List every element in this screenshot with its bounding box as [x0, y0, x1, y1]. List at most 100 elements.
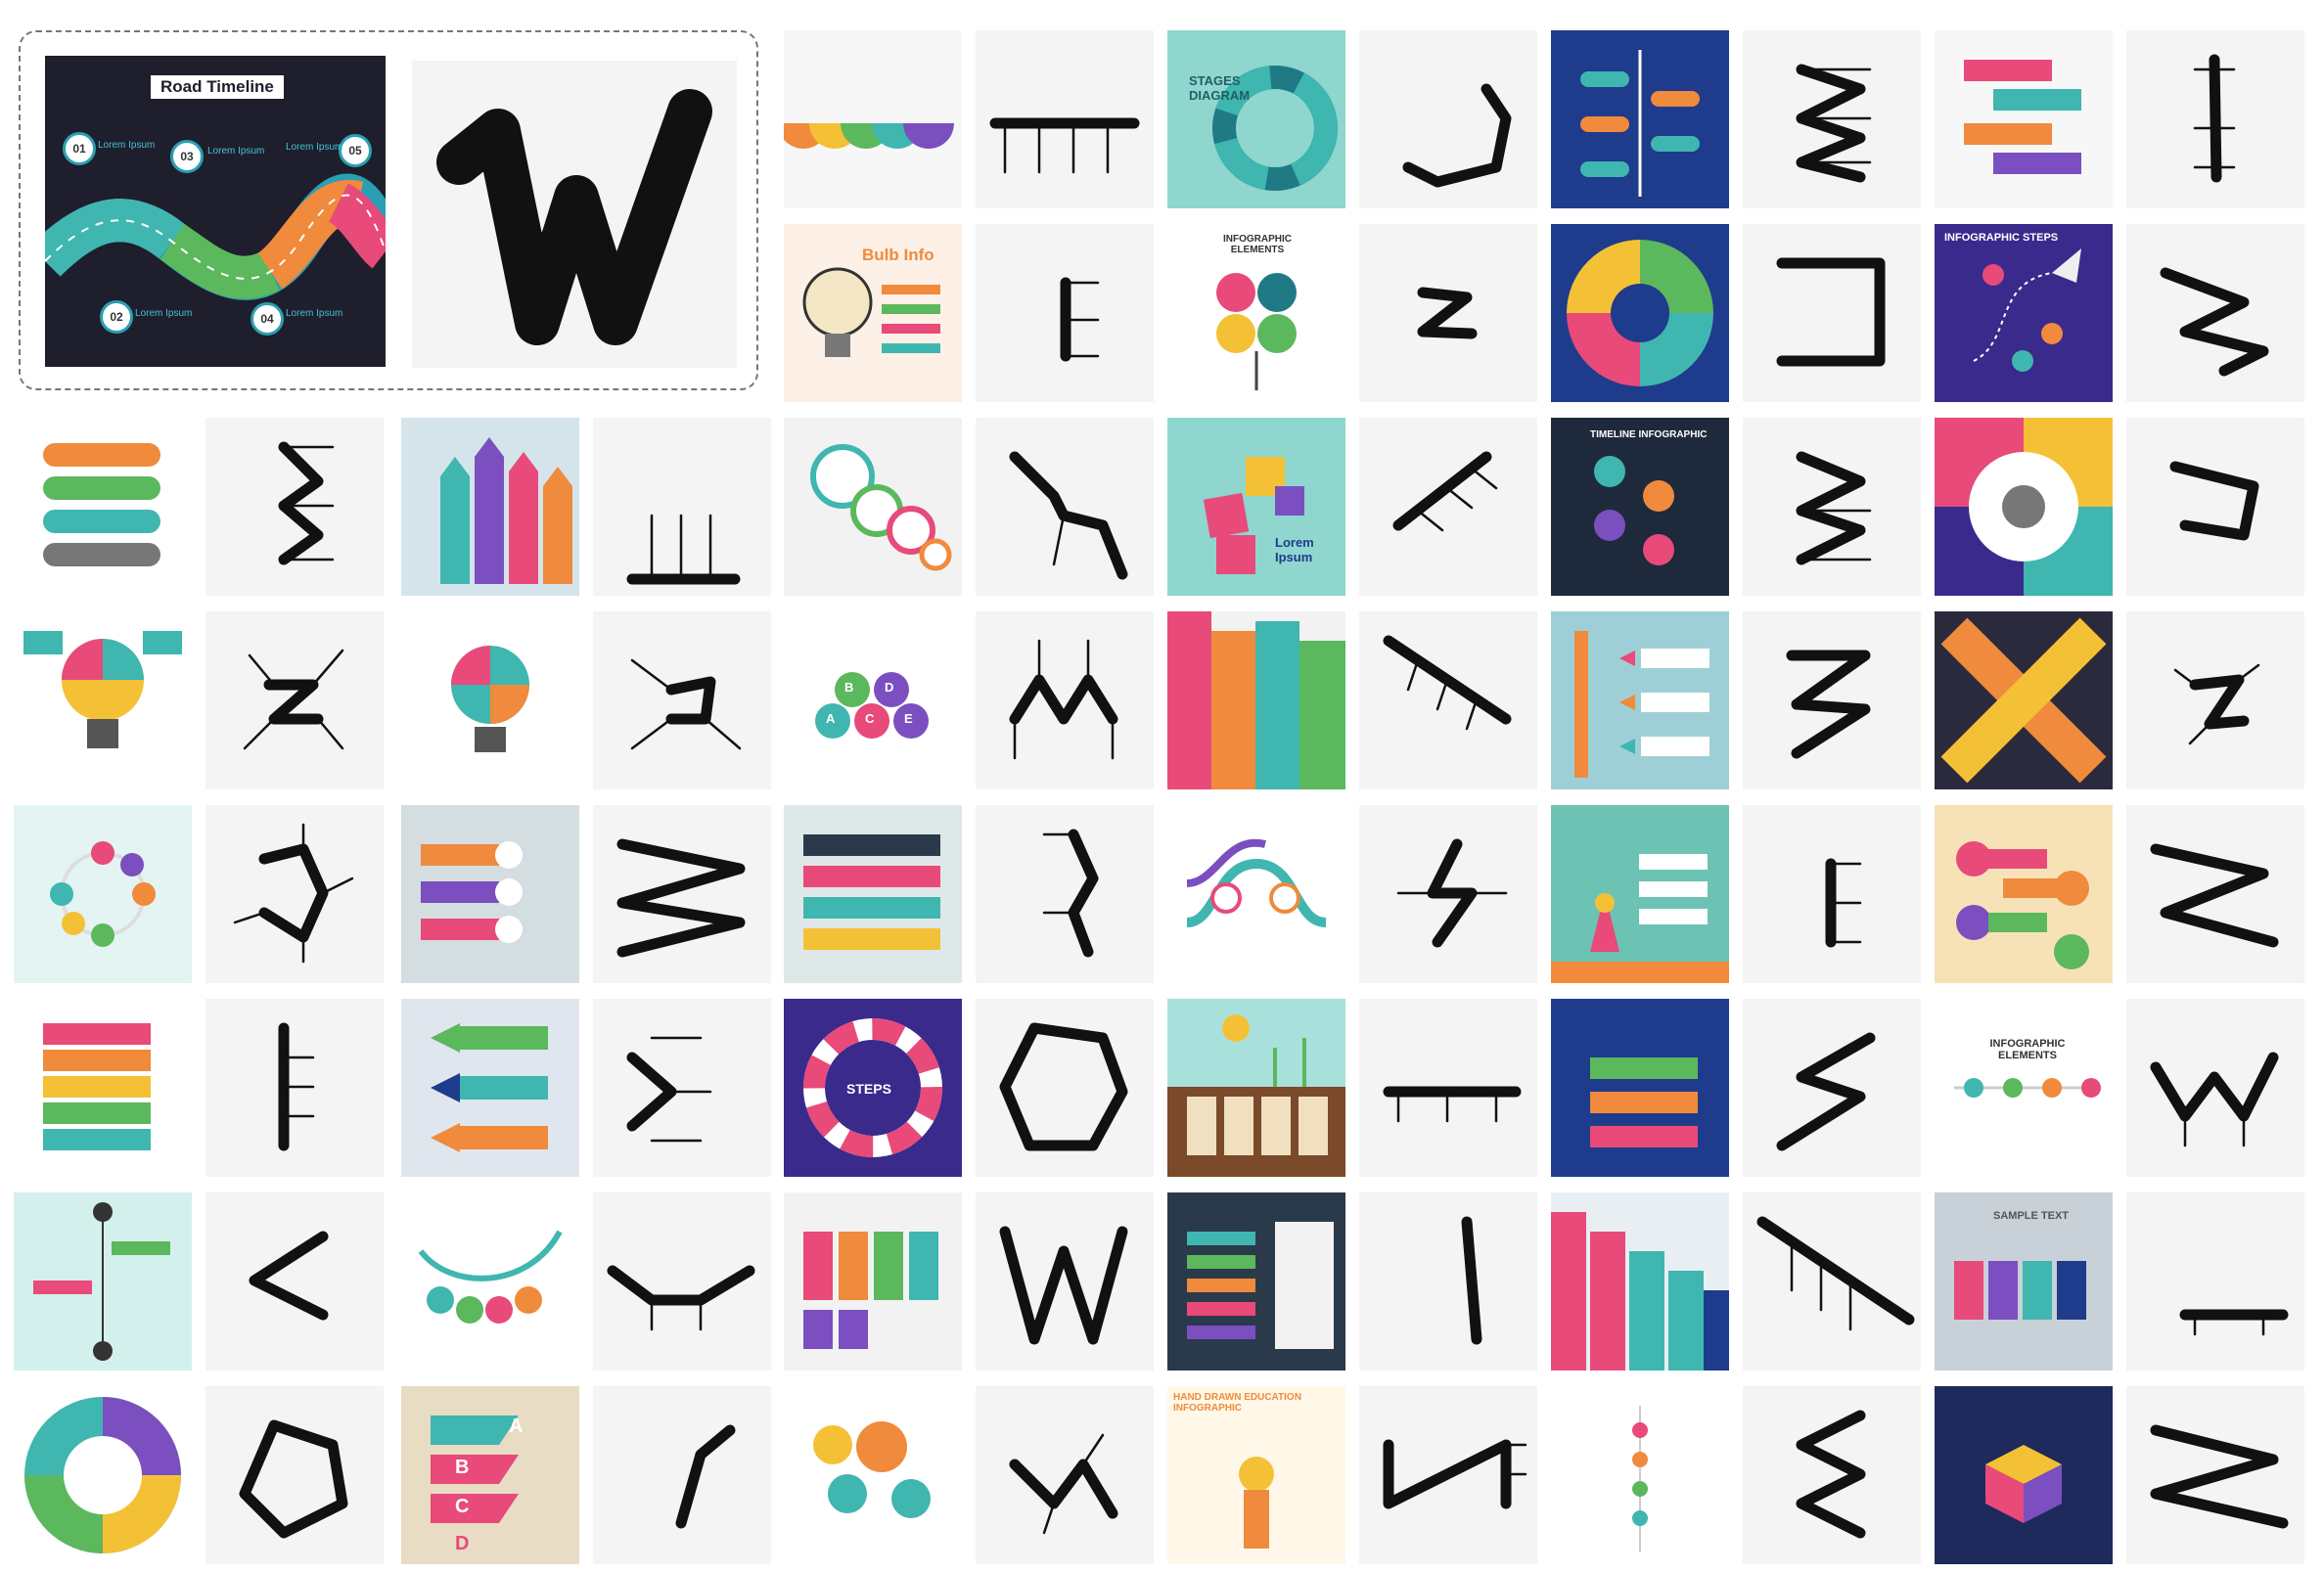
infographic-thumbnail[interactable]: [14, 805, 192, 983]
infographic-thumbnail[interactable]: [401, 418, 579, 596]
infographic-thumbnail[interactable]: [1167, 1192, 1345, 1371]
infographic-thumbnail[interactable]: [1551, 224, 1729, 402]
sketch-glyph[interactable]: [976, 1192, 1154, 1371]
sketch-glyph[interactable]: [1743, 1192, 1921, 1371]
sketch-glyph[interactable]: [593, 999, 771, 1177]
sketch-glyph[interactable]: [205, 1192, 384, 1371]
infographic-thumbnail[interactable]: [1167, 805, 1345, 983]
infographic-thumbnail[interactable]: TIMELINE INFOGRAPHIC: [1551, 418, 1729, 596]
infographic-thumbnail[interactable]: [14, 611, 192, 789]
infographic-thumbnail[interactable]: A B C D: [401, 1386, 579, 1564]
infographic-thumbnail[interactable]: [1935, 418, 2113, 596]
infographic-thumbnail[interactable]: [784, 1192, 962, 1371]
road-timeline-infographic[interactable]: Road Timeline 01 03 05 02 04 Lorem Ipsum…: [45, 56, 386, 367]
sketch-glyph[interactable]: [976, 224, 1154, 402]
letter-c: C: [865, 711, 875, 726]
infographic-thumbnail[interactable]: HAND DRAWN EDUCATION INFOGRAPHIC: [1167, 1386, 1345, 1564]
sketch-glyph[interactable]: [2126, 1192, 2304, 1371]
sketch-glyph[interactable]: [593, 418, 771, 596]
sketch-glyph[interactable]: [1359, 1386, 1537, 1564]
sketch-glyph[interactable]: [1359, 224, 1537, 402]
lorem-label: Lorem Ipsum: [286, 142, 343, 153]
infographic-thumbnail[interactable]: Lorem Ipsum: [1167, 418, 1345, 596]
sketch-glyph[interactable]: [593, 611, 771, 789]
infographic-thumbnail[interactable]: [14, 1386, 192, 1564]
infographic-thumbnail[interactable]: [1551, 30, 1729, 208]
infographic-thumbnail[interactable]: [401, 999, 579, 1177]
infographic-thumbnail[interactable]: SAMPLE TEXT: [1935, 1192, 2113, 1371]
infographic-thumbnail[interactable]: [1551, 805, 1729, 983]
milestone-pin-04: 04: [251, 302, 284, 336]
infographic-thumbnail[interactable]: [1935, 1386, 2113, 1564]
sketch-glyph[interactable]: [1359, 611, 1537, 789]
infographic-thumbnail[interactable]: [1551, 999, 1729, 1177]
infographic-thumbnail[interactable]: [784, 805, 962, 983]
infographic-thumbnail[interactable]: [1167, 999, 1345, 1177]
infographic-elements-title: INFOGRAPHIC ELEMENTS: [1223, 234, 1292, 255]
timeline-title: TIMELINE INFOGRAPHIC: [1590, 429, 1708, 440]
sketch-glyph[interactable]: [1743, 30, 1921, 208]
sketch-glyph[interactable]: [1743, 999, 1921, 1177]
sketch-glyph[interactable]: [205, 418, 384, 596]
sketch-glyph[interactable]: [205, 611, 384, 789]
infographic-thumbnail[interactable]: [1935, 805, 2113, 983]
sketch-glyph[interactable]: [2126, 611, 2304, 789]
letter-a: A: [826, 711, 836, 726]
infographic-thumbnail[interactable]: [784, 30, 962, 208]
sketch-glyph[interactable]: [976, 418, 1154, 596]
infographic-thumbnail[interactable]: INFOGRAPHIC STEPS: [1935, 224, 2113, 402]
infographic-thumbnail[interactable]: [14, 999, 192, 1177]
sketch-glyph[interactable]: [1743, 611, 1921, 789]
infographic-thumbnail[interactable]: Bulb Info: [784, 224, 962, 402]
sketch-glyph[interactable]: [205, 805, 384, 983]
sketch-glyph[interactable]: [1359, 1192, 1537, 1371]
sketch-glyph[interactable]: [976, 999, 1154, 1177]
infographic-thumbnail[interactable]: [1935, 611, 2113, 789]
infographic-thumbnail[interactable]: [401, 1192, 579, 1371]
infographic-thumbnail[interactable]: B D A C E: [784, 611, 962, 789]
infographic-thumbnail[interactable]: [1935, 30, 2113, 208]
sketch-glyph[interactable]: [1743, 1386, 1921, 1564]
sketch-glyph[interactable]: [1359, 805, 1537, 983]
sketch-glyph[interactable]: [205, 999, 384, 1177]
infographic-thumbnail[interactable]: [14, 1192, 192, 1371]
infographic-thumbnail[interactable]: [401, 805, 579, 983]
infographic-thumbnail[interactable]: [1167, 611, 1345, 789]
sketch-glyph[interactable]: [1743, 805, 1921, 983]
infographic-thumbnail[interactable]: [784, 1386, 962, 1564]
infographic-thumbnail[interactable]: STEPS: [784, 999, 962, 1177]
sketch-glyph[interactable]: [593, 805, 771, 983]
milestone-pin-05: 05: [339, 134, 372, 167]
sketch-glyph[interactable]: [976, 1386, 1154, 1564]
sketch-glyph[interactable]: [976, 805, 1154, 983]
lorem-title: Lorem Ipsum: [1275, 535, 1314, 564]
sketch-glyph[interactable]: [1359, 999, 1537, 1177]
sketch-glyph[interactable]: [205, 1386, 384, 1564]
milestone-pin-03: 03: [170, 140, 204, 173]
sketch-glyph[interactable]: [2126, 224, 2304, 402]
sketch-glyph[interactable]: [2126, 418, 2304, 596]
infographic-thumbnail[interactable]: [14, 418, 192, 596]
sketch-glyph[interactable]: [1743, 224, 1921, 402]
sketch-glyph[interactable]: [2126, 805, 2304, 983]
sketch-glyph[interactable]: [976, 611, 1154, 789]
sketch-glyph[interactable]: [2126, 1386, 2304, 1564]
sketch-glyph[interactable]: [593, 1192, 771, 1371]
stages-title: STAGES DIAGRAM: [1189, 73, 1251, 103]
sketch-glyph[interactable]: [1743, 418, 1921, 596]
infographic-thumbnail[interactable]: INFOGRAPHIC ELEMENTS: [1167, 224, 1345, 402]
sketch-glyph[interactable]: [2126, 30, 2304, 208]
infographic-thumbnail[interactable]: [1551, 1386, 1729, 1564]
sketch-w-large[interactable]: [412, 61, 737, 368]
sketch-glyph[interactable]: [593, 1386, 771, 1564]
infographic-thumbnail[interactable]: [784, 418, 962, 596]
sketch-glyph[interactable]: [1359, 418, 1537, 596]
infographic-thumbnail[interactable]: [1551, 1192, 1729, 1371]
infographic-thumbnail[interactable]: [401, 611, 579, 789]
sketch-glyph[interactable]: [1359, 30, 1537, 208]
sketch-glyph[interactable]: [2126, 999, 2304, 1177]
infographic-thumbnail[interactable]: STAGES DIAGRAM: [1167, 30, 1345, 208]
sketch-glyph[interactable]: [976, 30, 1154, 208]
infographic-thumbnail[interactable]: [1551, 611, 1729, 789]
infographic-thumbnail[interactable]: INFOGRAPHIC ELEMENTS: [1935, 999, 2113, 1177]
